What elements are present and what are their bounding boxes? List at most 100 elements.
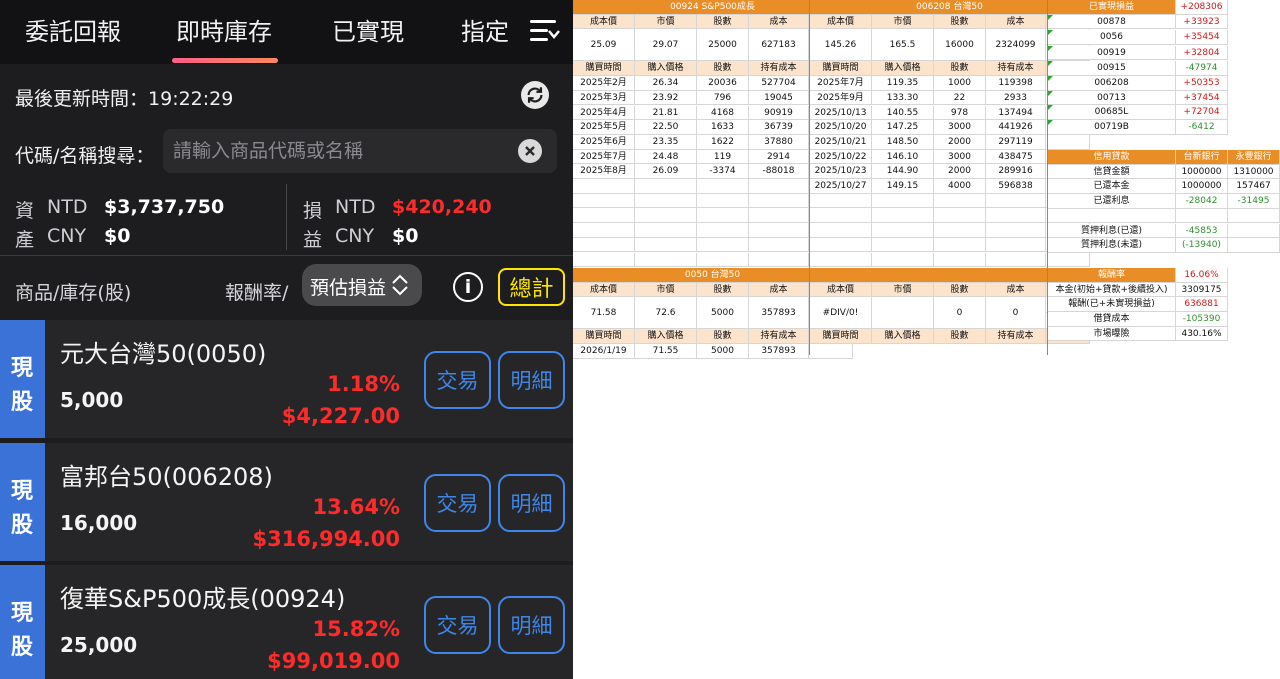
data-cell[interactable]: 144.90 [872,164,934,179]
detail-button[interactable]: 明細 [498,596,565,654]
data-cell[interactable] [635,193,697,209]
sheet-cell[interactable] [1228,223,1280,239]
column-header[interactable]: 成本 [986,282,1046,298]
loan-cell[interactable]: 已還利息 [1048,194,1176,209]
column-header[interactable]: 持有成本 [749,61,809,77]
realized-code[interactable]: 00719B [1048,120,1176,135]
data-cell[interactable] [749,208,809,224]
data-cell[interactable] [635,223,697,238]
data-cell[interactable]: 1622 [697,134,749,150]
loan-cell[interactable]: 1310000 [1228,164,1280,180]
data-cell[interactable]: 2914 [749,149,809,165]
pledge-label[interactable]: 質押利息(未還) [1048,238,1176,253]
data-cell[interactable]: 19045 [749,90,809,106]
main-value[interactable]: 2324099 [986,29,1046,62]
data-cell[interactable] [749,237,809,253]
data-cell[interactable]: 26.34 [635,76,697,91]
holding-row[interactable]: 現 股 富邦台50(006208) 16,000 13.64% $316,994… [0,443,573,561]
data-cell[interactable] [810,193,872,209]
column-header[interactable]: 購入價格 [635,61,697,77]
data-cell[interactable]: 2025年2月 [573,76,635,91]
ratio-label[interactable]: 報酬(已+未實現損益) [1048,297,1176,313]
loan-cell[interactable]: 已還本金 [1048,179,1176,195]
column-header[interactable]: 市價 [635,14,697,30]
column-header[interactable]: 市價 [635,282,697,298]
column-header[interactable]: 股數 [697,14,749,30]
loan-header[interactable]: 永豐銀行 [1228,150,1280,165]
data-cell[interactable] [573,252,635,268]
data-cell[interactable] [697,252,749,268]
holding-row[interactable]: 現 股 元大台灣50(0050) 5,000 1.18% $4,227.00 交… [0,320,573,438]
column-header[interactable]: 購入價格 [872,61,934,77]
loan-cell[interactable]: 信貸金額 [1048,164,1176,180]
total-button[interactable]: 總計 [498,268,565,306]
data-cell[interactable]: 2933 [986,90,1046,106]
sheet-cell[interactable] [1228,208,1280,224]
realized-value[interactable]: +37454 [1176,90,1228,106]
data-cell[interactable]: 2025/10/13 [810,105,872,121]
data-cell[interactable] [573,193,635,209]
search-input[interactable] [173,137,503,165]
menu-button[interactable] [516,0,573,62]
data-cell[interactable] [810,237,872,253]
column-header[interactable]: 股數 [697,282,749,298]
ratio-title[interactable]: 報酬率 [1048,268,1176,283]
refresh-button[interactable] [521,81,549,109]
main-value[interactable]: 5000 [697,297,749,330]
data-cell[interactable]: 2025/10/27 [810,179,872,194]
column-header[interactable]: 購買時間 [810,61,872,77]
column-header[interactable]: 市價 [872,282,934,298]
data-cell[interactable] [809,344,853,359]
data-cell[interactable] [934,208,986,224]
column-header[interactable]: 購入價格 [635,329,697,345]
data-cell[interactable] [986,252,1046,268]
data-cell[interactable]: 22 [934,90,986,106]
data-cell[interactable] [697,193,749,209]
tab-orders[interactable]: 委託回報 [25,12,121,47]
tab-specified[interactable]: 指定 [461,12,509,47]
column-header[interactable]: 股數 [697,329,749,345]
data-cell[interactable]: 26.09 [635,164,697,179]
realized-code[interactable]: 00919 [1048,45,1176,61]
realized-value[interactable]: +50353 [1176,75,1228,91]
loan-cell[interactable]: 157467 [1228,179,1280,195]
data-cell[interactable]: 146.10 [872,149,934,165]
data-cell[interactable]: 3000 [934,149,986,165]
data-cell[interactable]: 119398 [986,76,1046,91]
data-cell[interactable] [986,223,1046,238]
realized-value[interactable]: -6412 [1176,120,1228,135]
data-cell[interactable] [934,193,986,209]
column-header[interactable]: 成本 [749,282,809,298]
data-cell[interactable]: 119.35 [872,76,934,91]
data-cell[interactable]: 978 [934,105,986,121]
main-value[interactable]: 25000 [697,29,749,62]
column-header[interactable]: 購買時間 [573,61,635,77]
data-cell[interactable] [1046,134,1090,150]
trade-button[interactable]: 交易 [424,596,491,654]
ratio-value[interactable]: 3309175 [1176,282,1228,298]
column-header[interactable]: 購買時間 [810,329,872,345]
column-header[interactable]: 購入價格 [872,329,934,345]
ratio-label[interactable]: 市場曝險 [1048,326,1176,342]
data-cell[interactable] [697,237,749,253]
realized-value[interactable]: +35454 [1176,30,1228,45]
data-cell[interactable]: 4168 [697,105,749,121]
data-cell[interactable]: 2025年6月 [573,134,635,150]
main-value[interactable]: 0 [986,297,1046,330]
tab-inventory[interactable]: 即時庫存 [176,12,272,47]
data-cell[interactable] [635,252,697,268]
loan-header[interactable]: 信用貸款 [1048,150,1176,165]
main-value[interactable]: 627183 [749,29,809,62]
data-cell[interactable]: 2000 [934,164,986,179]
realized-title[interactable]: 已實現損益 [1048,0,1176,15]
data-cell[interactable]: -88018 [749,164,809,179]
column-header[interactable]: 成本 [749,14,809,30]
data-cell[interactable] [872,252,934,268]
column-header[interactable]: 成本價 [810,282,872,298]
data-cell[interactable]: 289916 [986,164,1046,179]
pnl-type-dropdown[interactable]: 預估損益 [302,264,422,306]
main-value[interactable]: 16000 [934,29,986,62]
data-cell[interactable] [573,208,635,224]
column-header[interactable]: 成本 [986,14,1046,30]
data-cell[interactable]: 2000 [934,134,986,150]
